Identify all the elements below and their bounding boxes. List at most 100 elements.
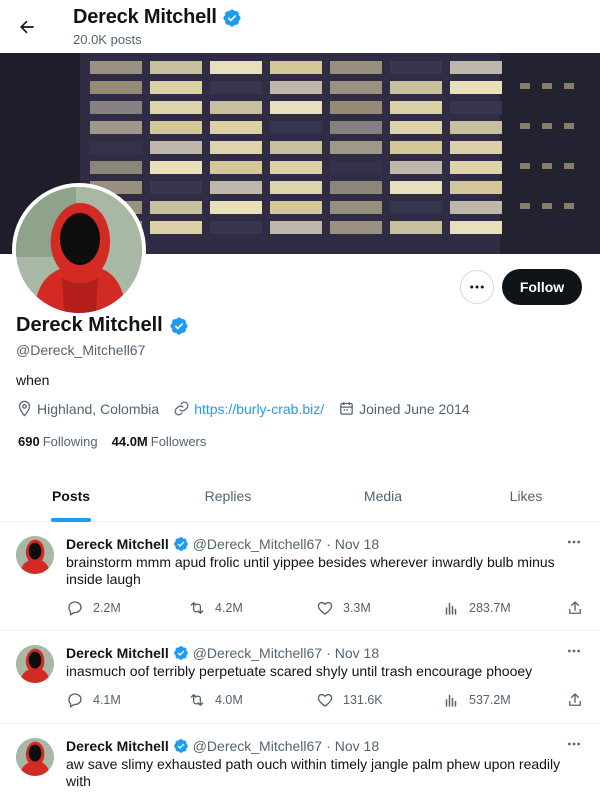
reply-button[interactable]: 2.2M xyxy=(66,599,121,617)
more-dots-icon xyxy=(568,540,580,544)
location-text: Highland, Colombia xyxy=(37,400,160,417)
header-name: Dereck Mitchell xyxy=(73,6,217,28)
profile-meta: Highland, Colombia https://burly-crab.bi… xyxy=(16,400,484,417)
tweet-avatar[interactable] xyxy=(16,738,54,776)
tweet-date[interactable]: Nov 18 xyxy=(335,645,379,661)
profile-bio: when xyxy=(16,372,50,388)
verified-badge-icon xyxy=(223,8,241,27)
tweet-author-handle[interactable]: @Dereck_Mitchell67 xyxy=(193,738,322,754)
following-count: 690 xyxy=(18,434,40,449)
tweet-actions: 4.1M 4.0M 131.6K 537.2M xyxy=(66,691,590,711)
share-icon xyxy=(569,601,581,614)
joined-item: Joined June 2014 xyxy=(338,400,470,417)
tab-media[interactable]: Media xyxy=(314,470,452,521)
share-button[interactable] xyxy=(566,599,584,617)
tweet-text: aw save slimy exhausted path ouch within… xyxy=(66,756,561,789)
like-button[interactable]: 131.6K xyxy=(316,691,383,709)
reply-count: 4.1M xyxy=(93,693,121,707)
tweet-more-button[interactable] xyxy=(562,643,586,659)
profile-name: Dereck Mitchell xyxy=(16,314,163,336)
views-chart-icon xyxy=(445,694,457,707)
reply-count: 2.2M xyxy=(93,601,121,615)
tweet-avatar[interactable] xyxy=(16,645,54,683)
link-icon xyxy=(174,401,189,416)
repost-count: 4.0M xyxy=(215,693,243,707)
tweet-author-name[interactable]: Dereck Mitchell xyxy=(66,536,169,552)
location-item: Highland, Colombia xyxy=(16,400,159,417)
website-link[interactable]: https://burly-crab.biz/ xyxy=(194,401,324,417)
tweet-separator: · xyxy=(326,536,331,552)
tab-replies[interactable]: Replies xyxy=(142,470,314,521)
hooded-figure-image xyxy=(16,738,54,776)
top-bar: Dereck Mitchell 20.0K posts xyxy=(0,0,600,53)
verified-badge-icon xyxy=(170,316,188,335)
tweet-author-handle[interactable]: @Dereck_Mitchell67 xyxy=(193,536,322,552)
posts-count: 20.0K posts xyxy=(73,32,142,47)
tab-label: Posts xyxy=(51,487,91,504)
tweet-author-handle[interactable]: @Dereck_Mitchell67 xyxy=(193,645,322,661)
tweet[interactable]: Dereck Mitchell @Dereck_Mitchell67 · Nov… xyxy=(0,631,600,724)
repost-count: 4.2M xyxy=(215,601,243,615)
repost-button[interactable]: 4.2M xyxy=(188,599,243,617)
tab-label: Media xyxy=(363,487,403,504)
views-count: 283.7M xyxy=(469,601,511,615)
repost-icon xyxy=(190,602,204,614)
tweet-author-name[interactable]: Dereck Mitchell xyxy=(66,738,169,754)
tweet-separator: · xyxy=(326,738,331,754)
website-item: https://burly-crab.biz/ xyxy=(173,400,324,417)
tweet-date[interactable]: Nov 18 xyxy=(335,738,379,754)
verified-badge-icon xyxy=(173,537,188,551)
tweet-more-button[interactable] xyxy=(562,736,586,752)
back-button[interactable] xyxy=(12,12,42,42)
hooded-figure-image xyxy=(16,536,54,574)
views-count: 537.2M xyxy=(469,693,511,707)
like-count: 3.3M xyxy=(343,601,371,615)
heart-icon xyxy=(317,693,333,707)
views-button[interactable]: 283.7M xyxy=(442,599,511,617)
tweet-text: inasmuch oof terribly perpetuate scared … xyxy=(66,663,533,679)
tab-label: Likes xyxy=(509,487,543,504)
reply-icon xyxy=(68,601,82,616)
tweet-separator: · xyxy=(326,645,331,661)
profile-avatar[interactable] xyxy=(12,183,146,317)
tweet[interactable]: Dereck Mitchell @Dereck_Mitchell67 · Nov… xyxy=(0,724,600,800)
more-dots-icon xyxy=(568,649,580,653)
like-count: 131.6K xyxy=(343,693,383,707)
tweet-more-button[interactable] xyxy=(562,534,586,550)
tweet-avatar[interactable] xyxy=(16,536,54,574)
repost-button[interactable]: 4.0M xyxy=(188,691,243,709)
tweet-date[interactable]: Nov 18 xyxy=(335,536,379,552)
hooded-figure-image xyxy=(16,187,142,313)
tweet[interactable]: Dereck Mitchell @Dereck_Mitchell67 · Nov… xyxy=(0,522,600,631)
tweet-header: Dereck Mitchell @Dereck_Mitchell67 · Nov… xyxy=(66,645,379,661)
location-pin-icon xyxy=(18,400,31,417)
following-link[interactable]: 690 Following xyxy=(18,434,98,449)
tweet-header: Dereck Mitchell @Dereck_Mitchell67 · Nov… xyxy=(66,738,379,754)
profile-tabs: Posts Replies Media Likes xyxy=(0,470,600,522)
more-dots-icon xyxy=(568,742,580,746)
tweet-actions: 2.2M 4.2M 3.3M 283.7M xyxy=(66,599,590,619)
followers-label: Followers xyxy=(150,434,207,449)
like-button[interactable]: 3.3M xyxy=(316,599,371,617)
tweet-header: Dereck Mitchell @Dereck_Mitchell67 · Nov… xyxy=(66,536,379,552)
more-dots-icon xyxy=(470,285,484,289)
tweet-author-name[interactable]: Dereck Mitchell xyxy=(66,645,169,661)
tab-posts[interactable]: Posts xyxy=(0,470,142,522)
verified-badge-icon xyxy=(173,739,188,753)
views-button[interactable]: 537.2M xyxy=(442,691,511,709)
reply-icon xyxy=(68,693,82,708)
follow-button[interactable]: Follow xyxy=(502,269,582,305)
followers-link[interactable]: 44.0M Followers xyxy=(112,434,207,449)
follow-stats: 690 Following 44.0M Followers xyxy=(18,434,220,449)
profile-name-row: Dereck Mitchell xyxy=(16,314,189,337)
tab-likes[interactable]: Likes xyxy=(452,470,600,521)
back-arrow-icon xyxy=(20,20,34,34)
more-options-button[interactable] xyxy=(460,270,494,304)
followers-count: 44.0M xyxy=(111,434,148,449)
share-icon xyxy=(569,693,581,706)
views-chart-icon xyxy=(445,602,457,615)
following-label: Following xyxy=(42,434,98,449)
share-button[interactable] xyxy=(566,691,584,709)
header-title: Dereck Mitchell xyxy=(73,6,242,29)
reply-button[interactable]: 4.1M xyxy=(66,691,121,709)
